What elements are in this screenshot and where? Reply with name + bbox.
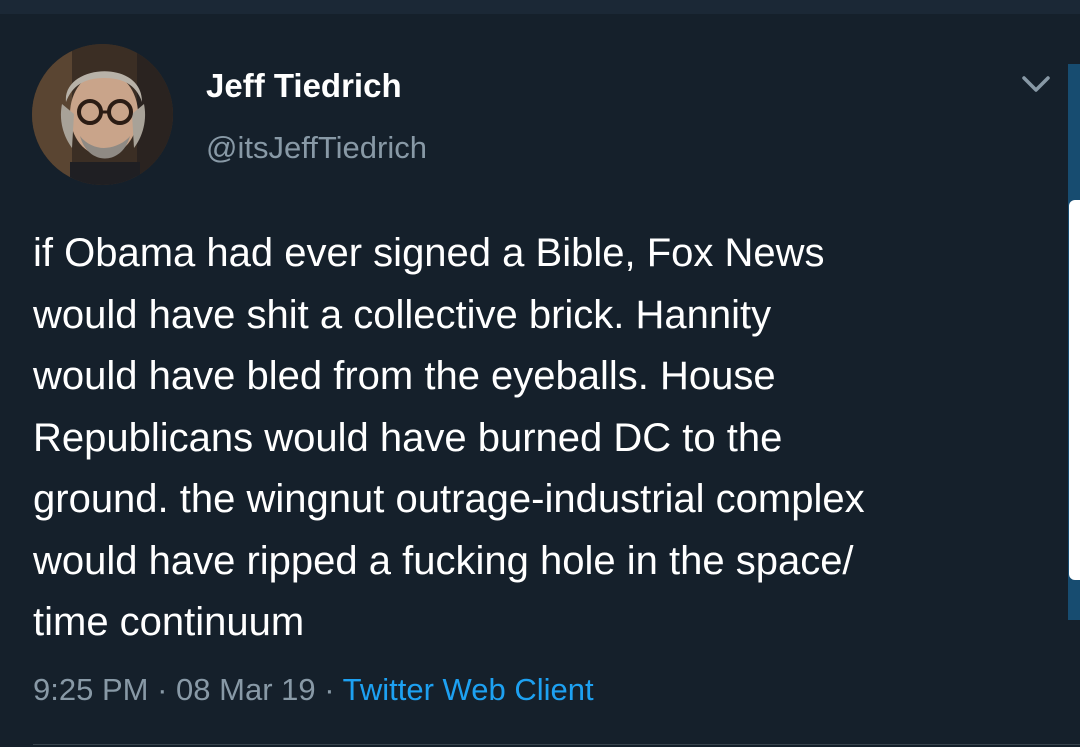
author-display-name[interactable]: Jeff Tiedrich [206,64,402,108]
tweet-time[interactable]: 9:25 PM [33,672,148,707]
tweet-text-line: would have shit a collective brick. Hann… [33,292,772,337]
author-handle[interactable]: @itsJeffTiedrich [206,126,427,170]
tweet-text-line: ground. the wingnut outrage-industrial c… [33,477,865,521]
tweet-source-link[interactable]: Twitter Web Client [343,672,594,707]
top-strip [0,0,1080,14]
chevron-down-icon[interactable] [1016,70,1056,100]
tweet-text-line: Republicans would have burned DC to the [33,415,783,460]
tweet-text-line: would have ripped a fucking hole in the … [33,538,854,583]
divider [33,744,1080,745]
tweet-text: if Obama had ever signed a Bible, Fox Ne… [33,223,1053,654]
meta-separator: · [157,672,168,707]
tweet-date[interactable]: 08 Mar 19 [176,672,316,707]
tweet-text-line: if Obama had ever signed a Bible, Fox Ne… [33,231,825,275]
side-scroll-thumb[interactable] [1069,200,1080,580]
avatar[interactable] [32,44,173,185]
tweet-meta: 9:25 PM · 08 Mar 19 · Twitter Web Client [33,668,594,712]
tweet-text-line: would have bled from the eyeballs. House [33,354,776,398]
meta-separator: · [324,672,335,707]
tweet-text-line: time continuum [33,600,305,644]
tweet-card: Jeff Tiedrich @itsJeffTiedrich if Obama … [0,14,1080,747]
